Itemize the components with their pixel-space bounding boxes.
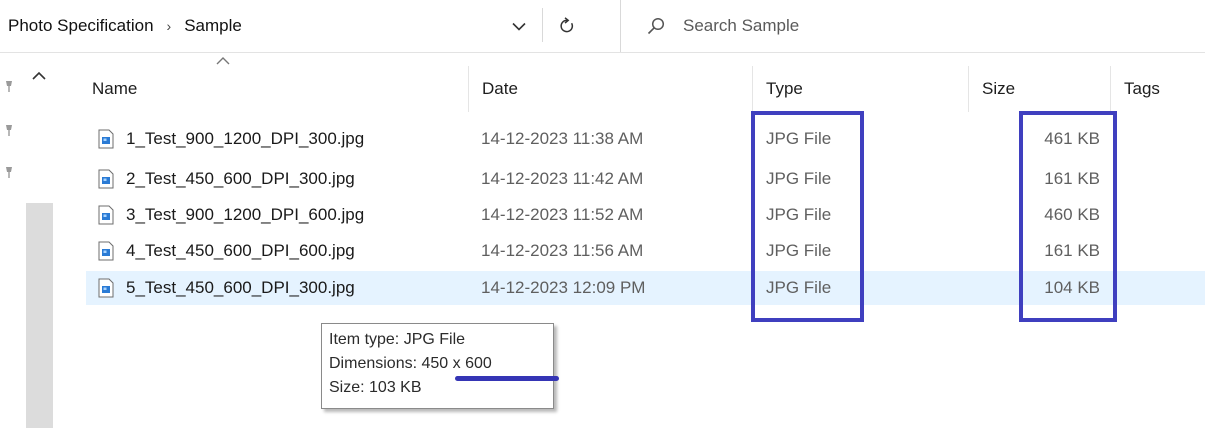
file-tooltip: Item type: JPG File Dimensions: 450 x 60…	[321, 323, 554, 409]
column-header-name[interactable]: Name	[92, 66, 137, 112]
refresh-button[interactable]	[554, 12, 580, 40]
file-date: 14-12-2023 11:42 AM	[481, 169, 644, 188]
column-header-type[interactable]: Type	[766, 66, 803, 112]
type-column-highlight	[751, 111, 864, 322]
pin-icon	[6, 125, 12, 136]
column-header-size[interactable]: Size	[982, 66, 1015, 112]
search-icon	[647, 17, 665, 35]
address-history-button[interactable]	[507, 12, 531, 40]
file-date: 14-12-2023 11:52 AM	[481, 205, 644, 224]
jpg-file-icon	[98, 205, 114, 225]
jpg-file-icon	[98, 278, 114, 298]
file-name: 1_Test_900_1200_DPI_300.jpg	[126, 129, 365, 148]
dimensions-underline-annotation	[455, 376, 559, 381]
search-box[interactable]	[620, 0, 1205, 52]
sort-ascending-icon	[216, 57, 230, 65]
jpg-file-icon	[98, 129, 114, 149]
file-date: 14-12-2023 12:09 PM	[481, 278, 646, 297]
pin-icon	[6, 81, 12, 92]
column-divider	[968, 66, 969, 112]
column-header-tags[interactable]: Tags	[1124, 66, 1160, 112]
column-divider	[752, 66, 753, 112]
nav-scrollbar[interactable]	[26, 203, 53, 428]
column-divider	[1110, 66, 1111, 112]
jpg-file-icon	[98, 241, 114, 261]
pin-icon	[6, 167, 12, 178]
chevron-up-icon[interactable]	[30, 67, 48, 85]
breadcrumb-separator-icon: ›	[166, 18, 172, 34]
tooltip-item-type: Item type: JPG File	[329, 331, 466, 348]
file-name: 2_Test_450_600_DPI_300.jpg	[126, 169, 355, 188]
address-bar: Photo Specification › Sample	[0, 0, 1205, 53]
tooltip-dimensions-value: 450 x 600	[421, 355, 492, 372]
file-name: 3_Test_900_1200_DPI_600.jpg	[126, 205, 365, 224]
breadcrumb-item-current[interactable]: Sample	[184, 16, 242, 36]
file-name: 4_Test_450_600_DPI_600.jpg	[126, 241, 355, 260]
column-divider	[468, 66, 469, 112]
file-date: 14-12-2023 11:38 AM	[481, 129, 644, 148]
tooltip-dimensions: Dimensions: 450 x 600	[329, 355, 492, 372]
column-header-date[interactable]: Date	[482, 66, 518, 112]
search-input[interactable]	[681, 15, 1165, 37]
chevron-down-icon	[512, 22, 526, 31]
breadcrumb: Photo Specification › Sample	[8, 0, 242, 52]
navigation-pane	[0, 53, 58, 428]
file-name: 5_Test_450_600_DPI_300.jpg	[126, 278, 355, 297]
size-column-highlight	[1019, 111, 1117, 322]
refresh-icon	[560, 17, 574, 33]
jpg-file-icon	[98, 169, 114, 189]
breadcrumb-item-root[interactable]: Photo Specification	[8, 16, 154, 36]
toolbar-divider	[542, 8, 543, 42]
file-date: 14-12-2023 11:56 AM	[481, 241, 644, 260]
